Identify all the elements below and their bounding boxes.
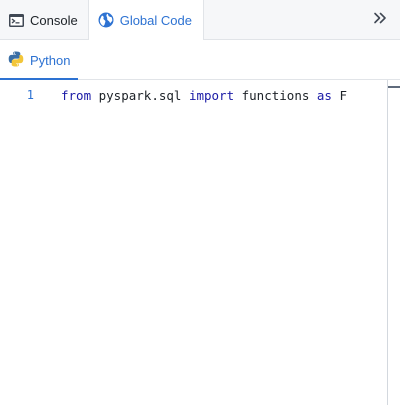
alias-name: F (331, 87, 348, 103)
tab-bar-spacer (204, 0, 360, 39)
keyword-import: import (188, 87, 235, 103)
double-chevron-right-icon (373, 11, 387, 29)
language-tab-bar: Python (0, 40, 400, 81)
code-line: 1 from pyspark.sql import functions as F (0, 86, 386, 104)
keyword-as: as (316, 87, 332, 103)
module-name: pyspark.sql (91, 87, 189, 103)
code-line-text[interactable]: from pyspark.sql import functions as F (61, 88, 347, 103)
tab-global-code-label: Global Code (119, 12, 192, 28)
collapse-panel-button[interactable] (360, 0, 400, 40)
code-editor[interactable]: 1 from pyspark.sql import functions as F (0, 80, 400, 405)
panel-tab-bar: Console Global Code (0, 0, 400, 40)
line-number: 1 (26, 88, 34, 102)
console-icon (9, 13, 24, 27)
tab-python-label: Python (30, 52, 71, 68)
keyword-from: from (61, 87, 92, 103)
vertical-scrollbar[interactable] (387, 80, 400, 405)
tab-global-code[interactable]: Global Code (87, 0, 204, 40)
scrollbar-thumb[interactable] (388, 86, 400, 88)
globe-icon (98, 12, 114, 28)
tab-console[interactable]: Console (0, 0, 88, 40)
tab-console-label: Console (30, 12, 78, 28)
imported-name: functions (234, 87, 317, 103)
tab-python[interactable]: Python (0, 40, 79, 81)
python-icon (8, 51, 24, 70)
global-code-panel: Console Global Code Python 1 from pyspar… (0, 0, 400, 405)
